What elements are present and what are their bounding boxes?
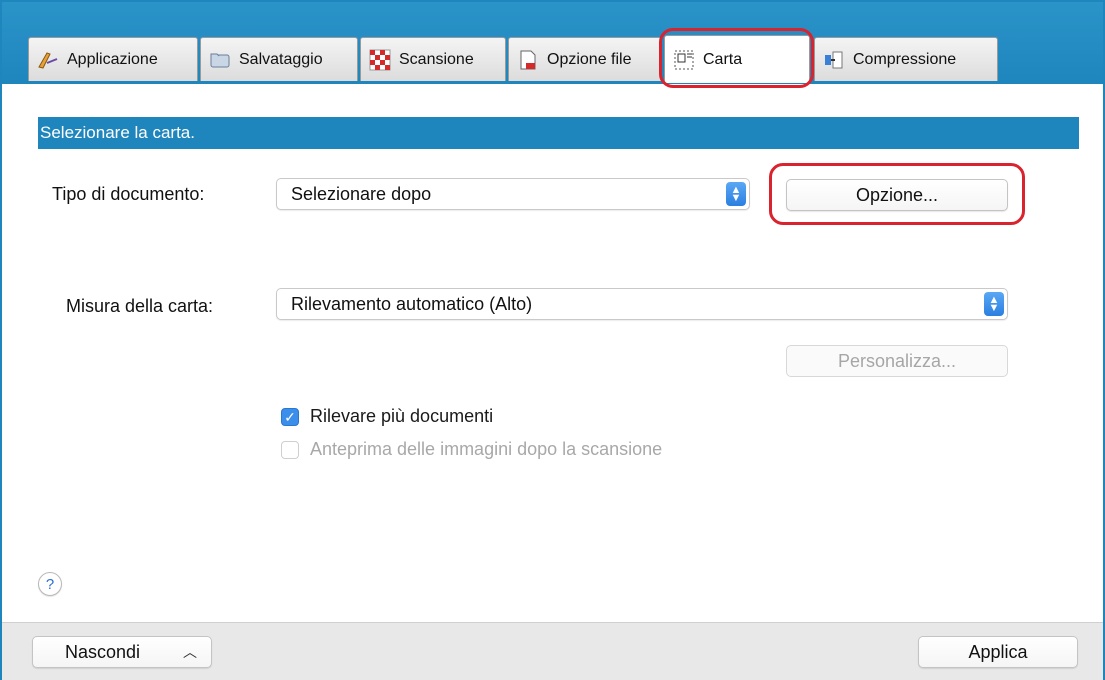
detect-multiple-label: Rilevare più documenti (310, 406, 494, 426)
preferences-window: Applicazione Salvataggio Scansione Opzio… (0, 0, 1105, 680)
compress-icon (823, 49, 845, 71)
pen-icon (37, 49, 59, 71)
document-type-select[interactable]: Selezionare dopo ▲ ▼ (276, 178, 750, 210)
tab-compressione[interactable]: Compressione (814, 37, 998, 81)
chevron-updown-icon: ▲ ▼ (726, 182, 746, 206)
preview-images-checkbox[interactable] (281, 441, 299, 459)
option-button-highlight (769, 163, 1025, 225)
tab-salvataggio[interactable]: Salvataggio (200, 37, 358, 81)
hide-button[interactable]: Nascondi ︿ (32, 636, 212, 668)
chevron-up-icon: ︿ (183, 644, 197, 660)
tab-label: Scansione (399, 50, 474, 68)
document-type-label: Tipo di documento: (52, 184, 205, 204)
tab-label: Opzione file (547, 50, 632, 68)
chevron-updown-icon: ▲ ▼ (984, 292, 1004, 316)
tab-label: Applicazione (67, 50, 158, 68)
preview-images-label: Anteprima delle immagini dopo la scansio… (310, 439, 663, 459)
tab-opzione-file[interactable]: Opzione file (508, 37, 662, 81)
document-icon (517, 49, 539, 71)
tab-applicazione[interactable]: Applicazione (28, 37, 198, 81)
paper-size-select[interactable]: Rilevamento automatico (Alto) ▲ ▼ (276, 288, 1008, 320)
hide-button-label: Nascondi (65, 642, 141, 662)
folder-icon (209, 49, 231, 71)
customize-button[interactable]: Personalizza... (786, 345, 1008, 377)
window-border-left (0, 0, 2, 680)
checker-icon (369, 49, 391, 71)
detect-multiple-checkbox[interactable]: ✓ (281, 408, 299, 426)
tab-bar: Applicazione Salvataggio Scansione Opzio… (2, 2, 1103, 84)
paper-size-value: Rilevamento automatico (Alto) (291, 294, 533, 314)
carta-tab-highlight (659, 28, 814, 88)
tab-scansione[interactable]: Scansione (360, 37, 506, 81)
document-type-value: Selezionare dopo (291, 184, 432, 204)
paper-size-label: Misura della carta: (66, 296, 214, 316)
tab-label: Salvataggio (239, 50, 323, 68)
section-title: Selezionare la carta. (38, 117, 1079, 149)
window-border-top (0, 0, 1105, 2)
help-button[interactable]: ? (38, 572, 62, 596)
apply-button[interactable]: Applica (918, 636, 1078, 668)
tab-label: Compressione (853, 50, 957, 68)
